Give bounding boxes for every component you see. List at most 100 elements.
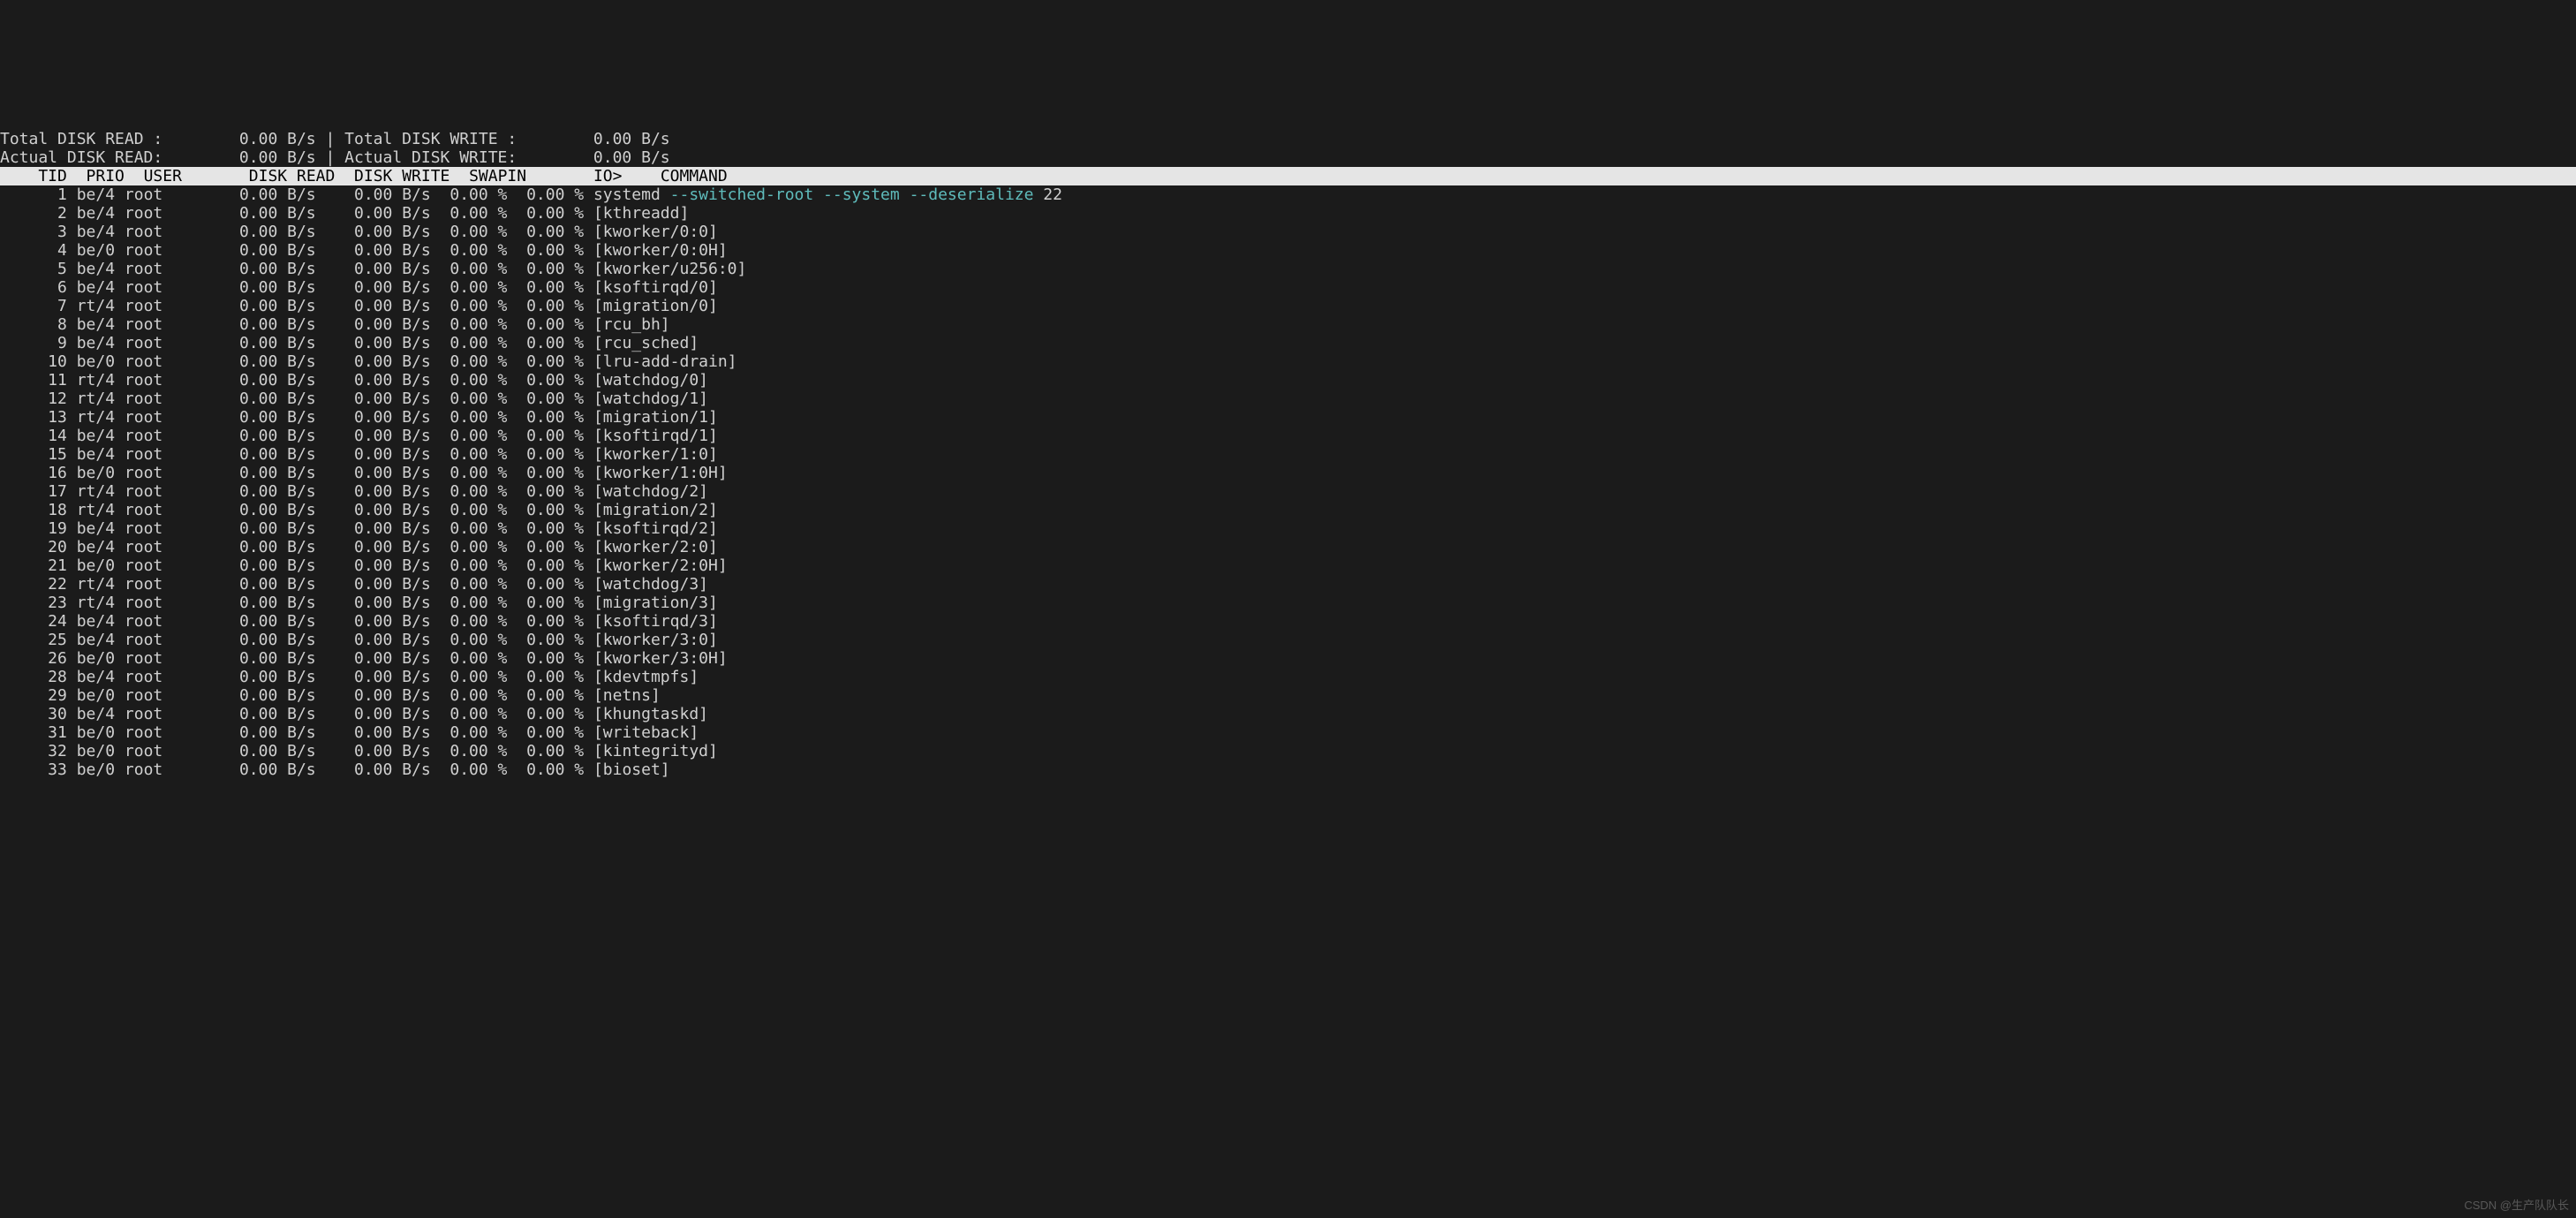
col-header-io[interactable]: IO> [526,167,622,185]
cell-io: 0.00 % [507,297,584,315]
cell-spacer [584,742,593,760]
cell-io: 0.00 % [507,445,584,464]
process-row[interactable]: 16 be/0 root 0.00 B/s 0.00 B/s 0.00 % 0.… [0,464,2576,482]
process-row[interactable]: 11 rt/4 root 0.00 B/s 0.00 B/s 0.00 % 0.… [0,371,2576,390]
cell-disk-write: 0.00 B/s [316,705,431,723]
process-row[interactable]: 1 be/4 root 0.00 B/s 0.00 B/s 0.00 % 0.0… [0,185,2576,204]
process-row[interactable]: 14 be/4 root 0.00 B/s 0.00 B/s 0.00 % 0.… [0,427,2576,445]
process-row[interactable]: 31 be/0 root 0.00 B/s 0.00 B/s 0.00 % 0.… [0,723,2576,742]
col-header-command[interactable]: COMMAND [622,167,727,185]
process-row[interactable]: 2 be/4 root 0.00 B/s 0.00 B/s 0.00 % 0.0… [0,204,2576,223]
cell-tid: 11 [0,371,77,390]
process-row[interactable]: 18 rt/4 root 0.00 B/s 0.00 B/s 0.00 % 0.… [0,501,2576,519]
total-disk-read-label: Total DISK READ : [0,130,172,148]
process-row[interactable]: 5 be/4 root 0.00 B/s 0.00 B/s 0.00 % 0.0… [0,260,2576,278]
process-row[interactable]: 28 be/4 root 0.00 B/s 0.00 B/s 0.00 % 0.… [0,668,2576,686]
process-row[interactable]: 7 rt/4 root 0.00 B/s 0.00 B/s 0.00 % 0.0… [0,297,2576,315]
cell-swapin: 0.00 % [431,668,508,686]
process-row[interactable]: 3 be/4 root 0.00 B/s 0.00 B/s 0.00 % 0.0… [0,223,2576,241]
process-row[interactable]: 30 be/4 root 0.00 B/s 0.00 B/s 0.00 % 0.… [0,705,2576,723]
process-row[interactable]: 4 be/0 root 0.00 B/s 0.00 B/s 0.00 % 0.0… [0,241,2576,260]
cell-disk-write: 0.00 B/s [316,464,431,482]
col-header-user[interactable]: USER [144,167,230,185]
process-row[interactable]: 21 be/0 root 0.00 B/s 0.00 B/s 0.00 % 0.… [0,556,2576,575]
col-header-disk-write[interactable]: DISK WRITE [335,167,449,185]
cell-tid: 25 [0,631,77,649]
col-header-disk-read[interactable]: DISK READ [230,167,335,185]
cell-prio: be/0 [77,241,125,260]
cell-prio: be/0 [77,723,125,742]
cell-disk-read: 0.00 B/s [210,371,315,390]
cell-disk-read: 0.00 B/s [210,705,315,723]
cell-command: [kworker/1:0H] [593,464,728,482]
column-header-row[interactable]: TID PRIO USER DISK READ DISK WRITE SWAPI… [0,167,2576,185]
process-row[interactable]: 10 be/0 root 0.00 B/s 0.00 B/s 0.00 % 0.… [0,352,2576,371]
cell-command: [lru-add-drain] [593,352,737,371]
cell-disk-read: 0.00 B/s [210,631,315,649]
process-row[interactable]: 15 be/4 root 0.00 B/s 0.00 B/s 0.00 % 0.… [0,445,2576,464]
cell-swapin: 0.00 % [431,482,508,501]
process-row[interactable]: 25 be/4 root 0.00 B/s 0.00 B/s 0.00 % 0.… [0,631,2576,649]
process-row[interactable]: 13 rt/4 root 0.00 B/s 0.00 B/s 0.00 % 0.… [0,408,2576,427]
cell-tid: 15 [0,445,77,464]
cell-tid: 29 [0,686,77,705]
process-row[interactable]: 22 rt/4 root 0.00 B/s 0.00 B/s 0.00 % 0.… [0,575,2576,594]
cell-command: [kworker/3:0H] [593,649,728,668]
process-row[interactable]: 20 be/4 root 0.00 B/s 0.00 B/s 0.00 % 0.… [0,538,2576,556]
cell-swapin: 0.00 % [431,538,508,556]
process-row[interactable]: 32 be/0 root 0.00 B/s 0.00 B/s 0.00 % 0.… [0,742,2576,760]
cell-prio: be/0 [77,556,125,575]
cell-user: root [125,185,211,204]
cell-spacer [584,408,593,427]
cell-disk-read: 0.00 B/s [210,278,315,297]
process-row[interactable]: 12 rt/4 root 0.00 B/s 0.00 B/s 0.00 % 0.… [0,390,2576,408]
cell-disk-write: 0.00 B/s [316,223,431,241]
cell-command: [watchdog/1] [593,390,708,408]
cell-spacer [584,760,593,779]
cell-tid: 24 [0,612,77,631]
cell-io: 0.00 % [507,556,584,575]
col-header-prio[interactable]: PRIO [87,167,144,185]
cell-io: 0.00 % [507,352,584,371]
cell-disk-write: 0.00 B/s [316,241,431,260]
cell-user: root [125,668,211,686]
cell-io: 0.00 % [507,427,584,445]
cell-spacer [584,501,593,519]
cell-io: 0.00 % [507,723,584,742]
col-header-swapin[interactable]: SWAPIN [449,167,526,185]
cell-swapin: 0.00 % [431,686,508,705]
process-row[interactable]: 23 rt/4 root 0.00 B/s 0.00 B/s 0.00 % 0.… [0,594,2576,612]
process-row[interactable]: 6 be/4 root 0.00 B/s 0.00 B/s 0.00 % 0.0… [0,278,2576,297]
cell-spacer [584,334,593,352]
col-header-tid[interactable]: TID [0,167,87,185]
cell-disk-read: 0.00 B/s [210,482,315,501]
cell-spacer [584,241,593,260]
process-row[interactable]: 29 be/0 root 0.00 B/s 0.00 B/s 0.00 % 0.… [0,686,2576,705]
process-row[interactable]: 8 be/4 root 0.00 B/s 0.00 B/s 0.00 % 0.0… [0,315,2576,334]
cell-swapin: 0.00 % [431,594,508,612]
cell-disk-read: 0.00 B/s [210,352,315,371]
actual-disk-write-label: Actual DISK WRITE: [344,148,526,167]
cell-io: 0.00 % [507,464,584,482]
cell-io: 0.00 % [507,575,584,594]
cell-command: [kdevtmpfs] [593,668,699,686]
cell-tid: 14 [0,427,77,445]
cell-spacer [584,390,593,408]
cell-spacer [584,278,593,297]
process-row[interactable]: 24 be/4 root 0.00 B/s 0.00 B/s 0.00 % 0.… [0,612,2576,631]
cell-tid: 10 [0,352,77,371]
process-row[interactable]: 33 be/0 root 0.00 B/s 0.00 B/s 0.00 % 0.… [0,760,2576,779]
process-row[interactable]: 19 be/4 root 0.00 B/s 0.00 B/s 0.00 % 0.… [0,519,2576,538]
cell-disk-read: 0.00 B/s [210,723,315,742]
cell-io: 0.00 % [507,185,584,204]
cell-prio: rt/4 [77,371,125,390]
process-row[interactable]: 9 be/4 root 0.00 B/s 0.00 B/s 0.00 % 0.0… [0,334,2576,352]
cell-swapin: 0.00 % [431,575,508,594]
actual-disk-read-value: 0.00 B/s [172,148,316,167]
cell-spacer [584,631,593,649]
process-row[interactable]: 17 rt/4 root 0.00 B/s 0.00 B/s 0.00 % 0.… [0,482,2576,501]
cell-spacer [584,445,593,464]
cell-swapin: 0.00 % [431,464,508,482]
process-row[interactable]: 26 be/0 root 0.00 B/s 0.00 B/s 0.00 % 0.… [0,649,2576,668]
cell-disk-write: 0.00 B/s [316,297,431,315]
